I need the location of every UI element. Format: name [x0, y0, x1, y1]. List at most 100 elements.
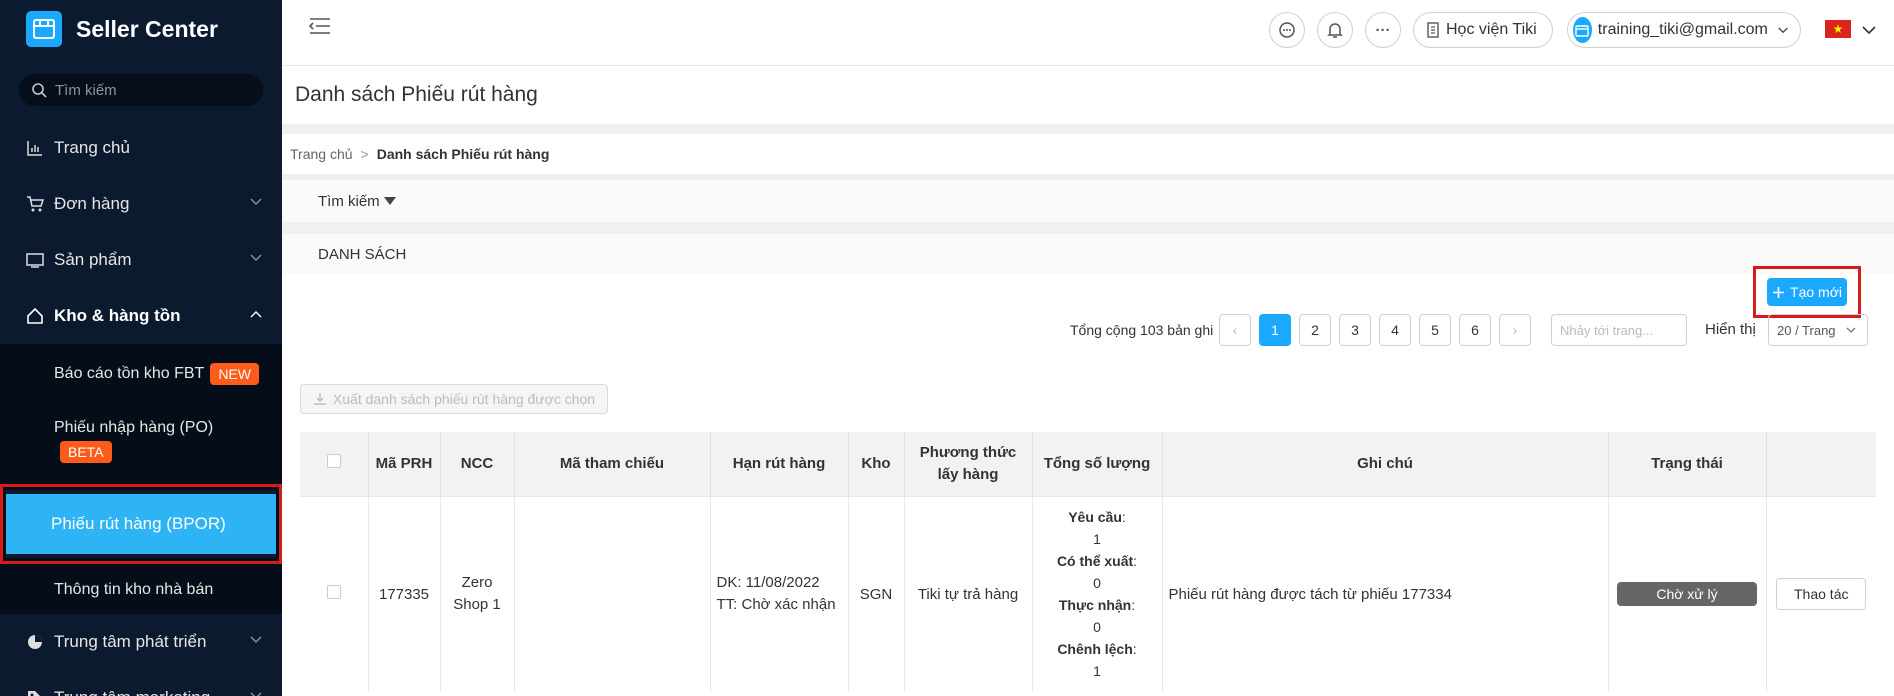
chevron-down-icon: [250, 636, 262, 643]
highlight-box: Phiếu rút hàng (BPOR): [0, 484, 282, 564]
next-page-button[interactable]: ›: [1499, 314, 1531, 346]
more-options-button[interactable]: ···: [1365, 12, 1401, 48]
withdrawal-table: Mã PRH NCC Mã tham chiếu Hạn rút hàng Kh…: [300, 432, 1876, 692]
export-label: Xuất danh sách phiếu rút hàng được chọn: [332, 391, 596, 407]
breadcrumb: Trang chủ > Danh sách Phiếu rút hàng: [282, 134, 1894, 174]
chat-icon[interactable]: [1269, 12, 1305, 48]
list-heading: DANH SÁCH: [282, 234, 1894, 274]
row-checkbox[interactable]: [326, 585, 341, 600]
sidebar-subitem-seller-warehouse[interactable]: Thông tin kho nhà bán: [0, 568, 282, 612]
top-header: ··· Học viện Tiki training_tiki@gmail.co…: [282, 0, 1894, 66]
sidebar-item-label: Trung tâm marketing: [54, 688, 210, 696]
chevron-up-icon: [250, 311, 262, 318]
sidebar-subitem-fbt-report[interactable]: Báo cáo tồn kho FBT NEW: [0, 346, 282, 402]
col-header[interactable]: Trạng thái: [1608, 432, 1767, 496]
cell-deadline: DK: 11/08/2022 TT: Chờ xác nhận: [710, 495, 849, 692]
cell-ref: [514, 495, 711, 692]
sidebar: Seller Center Trang chủ Đơn hàng Sản phẩ…: [0, 0, 282, 696]
inventory-submenu: Báo cáo tồn kho FBT NEW Phiếu nhập hàng …: [0, 344, 282, 614]
cell-id: 177335: [368, 495, 441, 692]
qty-value: 0: [1093, 619, 1101, 636]
qty-value: 1: [1093, 663, 1101, 680]
sidebar-item-inventory[interactable]: Kho & hàng tồn: [0, 288, 282, 344]
col-header[interactable]: Kho: [848, 432, 905, 496]
create-new-label: Tạo mới: [1790, 284, 1842, 300]
chevron-down-icon[interactable]: [1862, 26, 1876, 35]
deadline-tt: TT: Chờ xác nhận: [716, 596, 836, 614]
sidebar-subitem-label: Báo cáo tồn kho FBT: [54, 365, 205, 382]
qty-colon: :: [1121, 509, 1126, 526]
list-panel: DANH SÁCH Tạo mới Tổng cộng 103 bản ghi …: [282, 234, 1894, 696]
status-badge: Chờ xử lý: [1617, 582, 1757, 607]
prev-page-button[interactable]: ‹: [1219, 314, 1251, 346]
col-header[interactable]: Ghi chú: [1162, 432, 1609, 496]
page-button[interactable]: 4: [1379, 314, 1411, 346]
academy-label: Học viện Tiki: [1446, 21, 1537, 38]
store-logo-icon: [26, 11, 62, 47]
sidebar-search[interactable]: [19, 74, 263, 106]
home-icon: [26, 306, 46, 326]
sidebar-item-label: Trang chủ: [54, 138, 130, 157]
sidebar-item-products[interactable]: Sản phẩm: [0, 232, 282, 288]
main-content: Danh sách Phiếu rút hàng Trang chủ > Dan…: [282, 66, 1894, 696]
cell-method: Tiki tự trả hàng: [904, 495, 1033, 692]
col-header[interactable]: Hạn rút hàng: [710, 432, 849, 496]
vietnam-flag-icon[interactable]: ★: [1825, 20, 1851, 38]
bar-chart-icon: [26, 138, 46, 158]
sidebar-item-marketing[interactable]: Trung tâm marketing: [0, 670, 282, 696]
export-selected-button[interactable]: Xuất danh sách phiếu rút hàng được chọn: [300, 384, 608, 414]
select-all-checkbox[interactable]: [326, 453, 341, 468]
sidebar-subitem-label: Thông tin kho nhà bán: [54, 581, 214, 598]
brand-title: Seller Center: [76, 15, 218, 42]
page-button[interactable]: 5: [1419, 314, 1451, 346]
col-header[interactable]: Tổng số lượng: [1032, 432, 1163, 496]
sidebar-search-input[interactable]: [55, 81, 255, 99]
page-size-select[interactable]: 20 / Trang: [1768, 314, 1868, 346]
sidebar-item-home[interactable]: Trang chủ: [0, 120, 282, 176]
cell-warehouse: SGN: [848, 495, 905, 692]
chevron-down-icon: [1846, 327, 1856, 333]
actions-button[interactable]: Thao tác: [1776, 578, 1867, 611]
bell-icon[interactable]: [1317, 12, 1353, 48]
sidebar-subitem-label: Phiếu nhập hàng (PO): [54, 419, 214, 436]
sidebar-item-label: Sản phẩm: [54, 250, 132, 269]
col-header[interactable]: Phương thức lấy hàng: [904, 432, 1033, 496]
flag-star: ★: [1832, 22, 1844, 36]
page-button[interactable]: 2: [1299, 314, 1331, 346]
sidebar-subitem-bpor[interactable]: Phiếu rút hàng (BPOR): [6, 490, 276, 558]
page-button[interactable]: 6: [1459, 314, 1491, 346]
qty-value: 0: [1093, 575, 1101, 592]
qty-colon: :: [1131, 597, 1136, 614]
sidebar-subitem-po[interactable]: Phiếu nhập hàng (PO) BETA: [0, 402, 282, 480]
cell-ncc: Zero Shop 1: [440, 495, 515, 692]
col-header[interactable]: NCC: [440, 432, 515, 496]
sidebar-item-label: Trung tâm phát triển: [54, 632, 207, 651]
plus-icon: [1773, 286, 1785, 298]
breadcrumb-home[interactable]: Trang chủ: [290, 146, 353, 162]
table-header-row: Mã PRH NCC Mã tham chiếu Hạn rút hàng Kh…: [300, 432, 1876, 496]
page-size-label: Hiển thị: [1705, 321, 1756, 338]
create-new-button[interactable]: Tạo mới: [1767, 278, 1847, 306]
sidebar-item-orders[interactable]: Đơn hàng: [0, 176, 282, 232]
col-header[interactable]: Mã PRH: [368, 432, 441, 496]
select-all-cell: [300, 432, 369, 496]
qty-colon: :: [1132, 641, 1137, 658]
sidebar-item-growth-center[interactable]: Trung tâm phát triển: [0, 614, 282, 670]
cell-quantity: Yêu cầu: 1 Có thể xuất: 0 Thực nhận: 0 C…: [1032, 495, 1163, 692]
page-button[interactable]: 1: [1259, 314, 1291, 346]
col-header[interactable]: Mã tham chiếu: [514, 432, 711, 496]
jump-to-page-input[interactable]: [1551, 314, 1687, 346]
beta-badge: BETA: [60, 441, 112, 463]
search-toggle[interactable]: Tìm kiếm: [282, 180, 1894, 222]
table-row[interactable]: 177335 Zero Shop 1 DK: 11/08/2022 TT: Ch…: [300, 495, 1876, 692]
academy-button[interactable]: Học viện Tiki: [1413, 12, 1553, 48]
ncc-line: Shop 1: [453, 596, 501, 614]
page-button[interactable]: 3: [1339, 314, 1371, 346]
user-menu[interactable]: training_tiki@gmail.com: [1567, 12, 1801, 48]
chevron-down-icon: [1778, 27, 1788, 33]
brand[interactable]: Seller Center: [0, 0, 282, 58]
avatar: [1573, 17, 1592, 43]
chevron-left-icon: ‹: [1232, 322, 1238, 338]
tag-icon: [26, 688, 46, 696]
menu-collapse-icon[interactable]: [308, 16, 332, 40]
